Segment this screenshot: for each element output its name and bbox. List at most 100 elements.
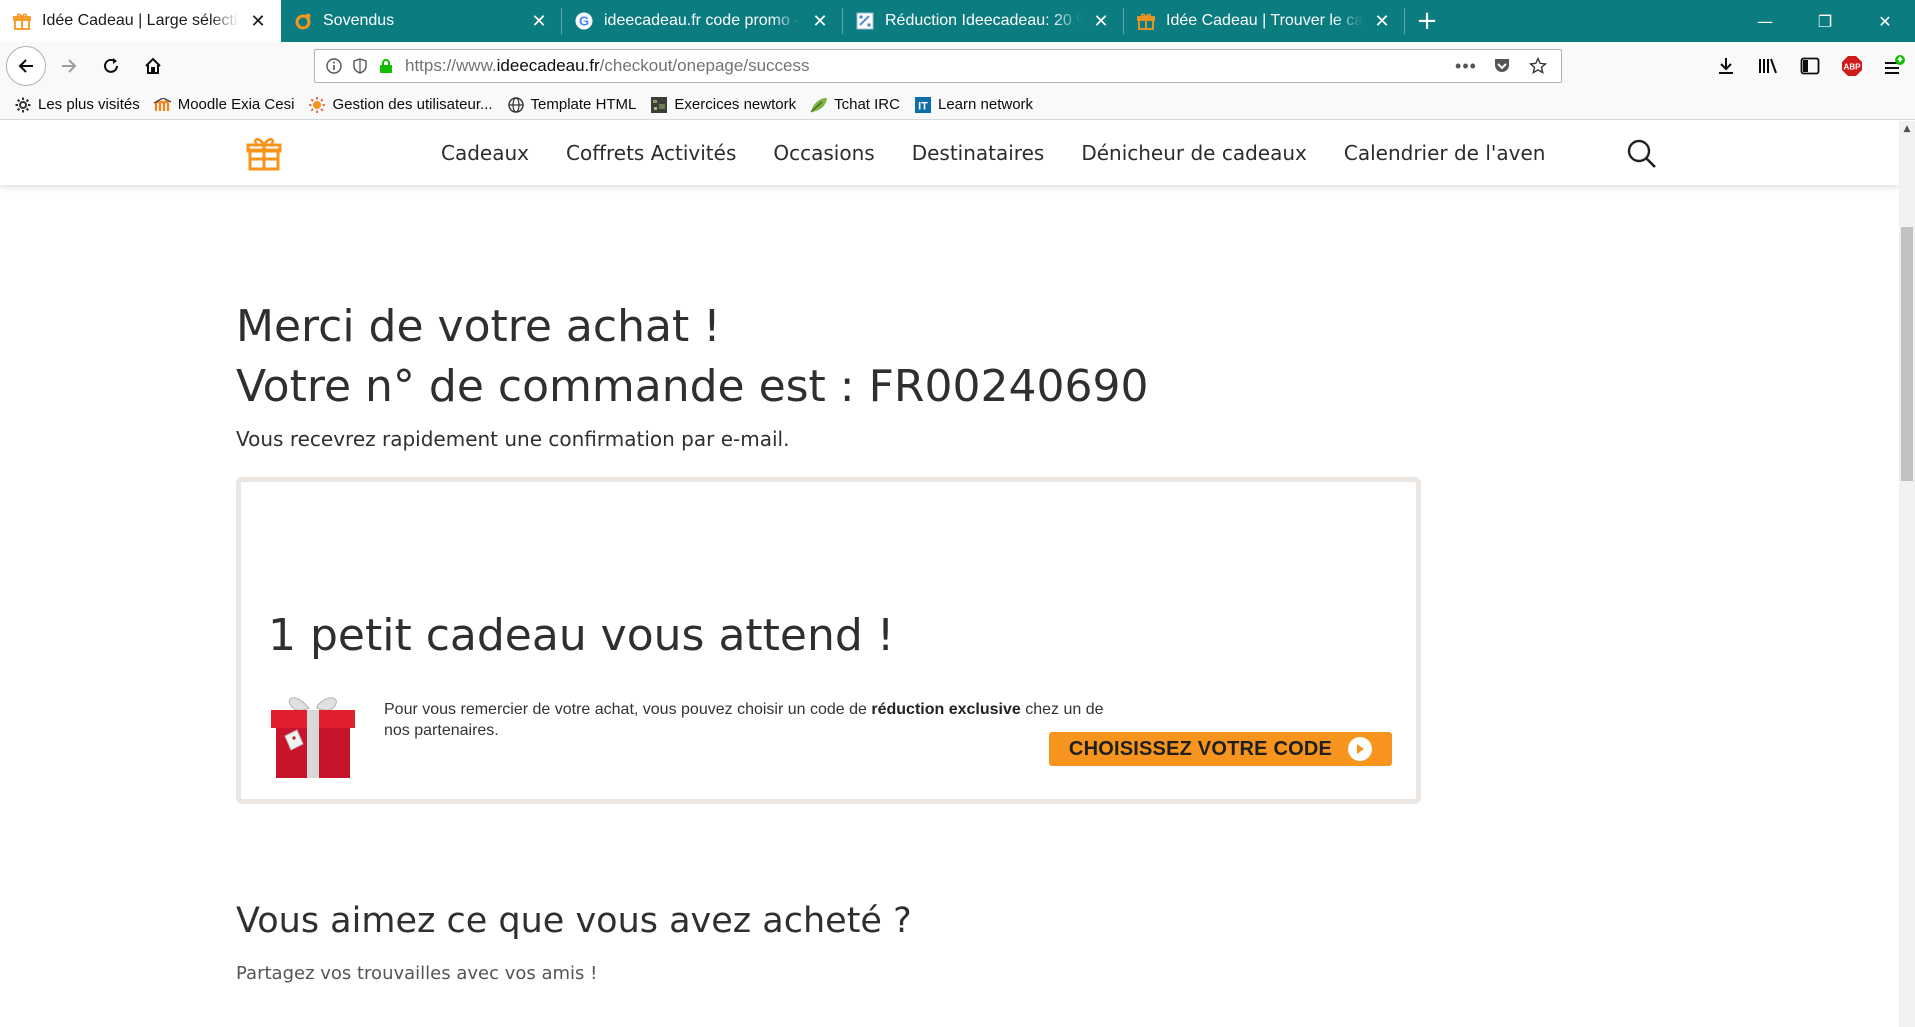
url-domain: ideecadeau.fr: [496, 56, 600, 75]
tab-title: Idée Cadeau | Trouver le cadea: [1166, 12, 1363, 29]
url-actions: •••: [1453, 53, 1561, 79]
library-icon: [1759, 58, 1777, 74]
globe-icon: [507, 96, 525, 114]
adblock-plus-icon: ABP: [1842, 56, 1862, 76]
bookmarks-toolbar: Les plus visités Moodle Exia Cesi Gestio…: [0, 90, 1915, 120]
menu-item-denicheur[interactable]: Dénicheur de cadeaux: [1081, 141, 1307, 165]
gift-icon: [1136, 11, 1156, 31]
close-tab-icon[interactable]: ✕: [247, 10, 269, 32]
site-logo-gift-icon[interactable]: [246, 135, 282, 171]
close-tab-icon[interactable]: ✕: [1090, 10, 1112, 32]
gear-icon: [14, 96, 32, 114]
url-path: /checkout/onepage/success: [599, 56, 810, 75]
tab-google-search[interactable]: G ideecadeau.fr code promo - Re ✕: [562, 0, 843, 42]
choose-code-button[interactable]: CHOISISSEZ VOTRE CODE: [1049, 732, 1392, 766]
lock-icon[interactable]: [373, 53, 399, 79]
url-text[interactable]: https://www.ideecadeau.fr/checkout/onepa…: [399, 56, 1453, 76]
menu-item-occasions[interactable]: Occasions: [773, 141, 874, 165]
moodle-icon: [153, 96, 172, 114]
scroll-up-icon[interactable]: ▲: [1899, 121, 1915, 137]
bookmark-gestion[interactable]: Gestion des utilisateur...: [308, 96, 493, 114]
choose-code-label: CHOISISSEZ VOTRE CODE: [1068, 737, 1333, 760]
tab-idee-cadeau-2[interactable]: Idée Cadeau | Trouver le cadea ✕: [1124, 0, 1405, 42]
bookmark-exercices[interactable]: Exercices newtork: [650, 96, 796, 114]
promo-text-part: Pour vous remercier de votre achat, vous…: [384, 701, 872, 718]
svg-text:ABP: ABP: [1844, 63, 1862, 72]
download-icon: [1719, 58, 1733, 74]
svg-text:IT: IT: [918, 100, 928, 112]
menu-item-coffrets-activites[interactable]: Coffrets Activités: [566, 141, 736, 165]
bookmark-label: Template HTML: [530, 96, 637, 113]
window-controls: — ❐ ✕: [1735, 0, 1915, 42]
bookmark-label: Gestion des utilisateur...: [332, 96, 493, 113]
bookmark-star-icon[interactable]: [1525, 53, 1551, 79]
close-tab-icon[interactable]: ✕: [809, 10, 831, 32]
bookmark-most-visited[interactable]: Les plus visités: [14, 96, 140, 114]
page-scrollbar[interactable]: ▲: [1899, 121, 1915, 1027]
pocket-icon[interactable]: [1489, 53, 1515, 79]
tab-idee-cadeau-1[interactable]: Idée Cadeau | Large sélection d ✕: [0, 0, 281, 42]
site-header: Cadeaux Coffrets Activités Occasions Des…: [0, 121, 1899, 185]
minimize-icon[interactable]: —: [1735, 0, 1795, 42]
sovendus-icon: [293, 11, 313, 31]
bookmark-label: Tchat IRC: [834, 96, 900, 113]
menu-button[interactable]: [1875, 47, 1913, 85]
bookmark-template-html[interactable]: Template HTML: [507, 96, 637, 114]
promo-title: 1 petit cadeau vous attend !: [268, 610, 895, 661]
more-actions-icon[interactable]: •••: [1453, 53, 1479, 79]
tab-title: ideecadeau.fr code promo - Re: [604, 12, 801, 29]
downloads-button[interactable]: [1707, 47, 1745, 85]
confirmation-text: Vous recevrez rapidement une confirmatio…: [236, 427, 790, 451]
tab-reduction[interactable]: Réduction Ideecadeau: 20 % de ✕: [843, 0, 1124, 42]
tab-title: Réduction Ideecadeau: 20 % de: [885, 12, 1082, 29]
share-text: Partagez vos trouvailles avec vos amis !: [236, 963, 598, 984]
back-button[interactable]: [6, 46, 46, 86]
bookmark-moodle[interactable]: Moodle Exia Cesi: [153, 96, 295, 114]
toolbar-right: ABP: [1705, 42, 1915, 90]
bookmark-label: Les plus visités: [38, 96, 140, 113]
arrow-left-icon: [18, 59, 33, 73]
menu-item-destinataires[interactable]: Destinataires: [912, 141, 1045, 165]
main-menu: Cadeaux Coffrets Activités Occasions Des…: [441, 121, 1582, 185]
coupon-icon: [855, 11, 875, 31]
bookmark-learn-network[interactable]: IT Learn network: [914, 96, 1033, 114]
tab-sovendus[interactable]: Sovendus ✕: [281, 0, 562, 42]
browser-window: Idée Cadeau | Large sélection d ✕ Sovend…: [0, 0, 1915, 1027]
scrollbar-thumb[interactable]: [1901, 227, 1913, 481]
liked-purchase-heading: Vous aimez ce que vous avez acheté ?: [236, 901, 912, 941]
menu-item-cadeaux[interactable]: Cadeaux: [441, 141, 529, 165]
svg-text:G: G: [579, 14, 589, 29]
menu-item-calendrier[interactable]: Calendrier de l'aven: [1344, 141, 1546, 165]
url-bar[interactable]: https://www.ideecadeau.fr/checkout/onepa…: [314, 49, 1562, 83]
search-icon[interactable]: [1626, 138, 1658, 170]
forward-button[interactable]: [50, 47, 88, 85]
restore-icon[interactable]: ❐: [1795, 0, 1855, 42]
gift-icon: [12, 11, 32, 31]
close-window-icon[interactable]: ✕: [1855, 0, 1915, 42]
gift-box-icon: [267, 692, 359, 780]
arrow-right-icon: [62, 59, 77, 73]
new-tab-button[interactable]: +: [1405, 0, 1449, 42]
order-number-heading: Votre n° de commande est : FR00240690: [236, 361, 1149, 412]
leaf-icon: [810, 96, 828, 114]
partner-promo-box: 1 petit cadeau vous attend ! Pour vous r…: [236, 477, 1421, 804]
bookmark-label: Moodle Exia Cesi: [177, 96, 295, 113]
close-tab-icon[interactable]: ✕: [1371, 10, 1393, 32]
sidebar-button[interactable]: [1791, 47, 1829, 85]
bookmark-tchat-irc[interactable]: Tchat IRC: [810, 96, 900, 114]
google-icon: G: [574, 11, 594, 31]
navigation-toolbar: https://www.ideecadeau.fr/checkout/onepa…: [0, 42, 1915, 90]
bookmark-label: Exercices newtork: [674, 96, 797, 113]
tab-title: Sovendus: [323, 12, 395, 29]
tab-bar: Idée Cadeau | Large sélection d ✕ Sovend…: [0, 0, 1915, 42]
home-button[interactable]: [134, 47, 172, 85]
reload-icon: [104, 58, 118, 73]
close-tab-icon[interactable]: ✕: [528, 10, 550, 32]
tracking-shield-icon[interactable]: [347, 53, 373, 79]
info-icon[interactable]: [321, 53, 347, 79]
play-arrow-icon: [1348, 737, 1373, 761]
library-button[interactable]: [1749, 47, 1787, 85]
it-icon: IT: [914, 96, 932, 114]
adblock-button[interactable]: ABP: [1833, 47, 1871, 85]
reload-button[interactable]: [92, 47, 130, 85]
